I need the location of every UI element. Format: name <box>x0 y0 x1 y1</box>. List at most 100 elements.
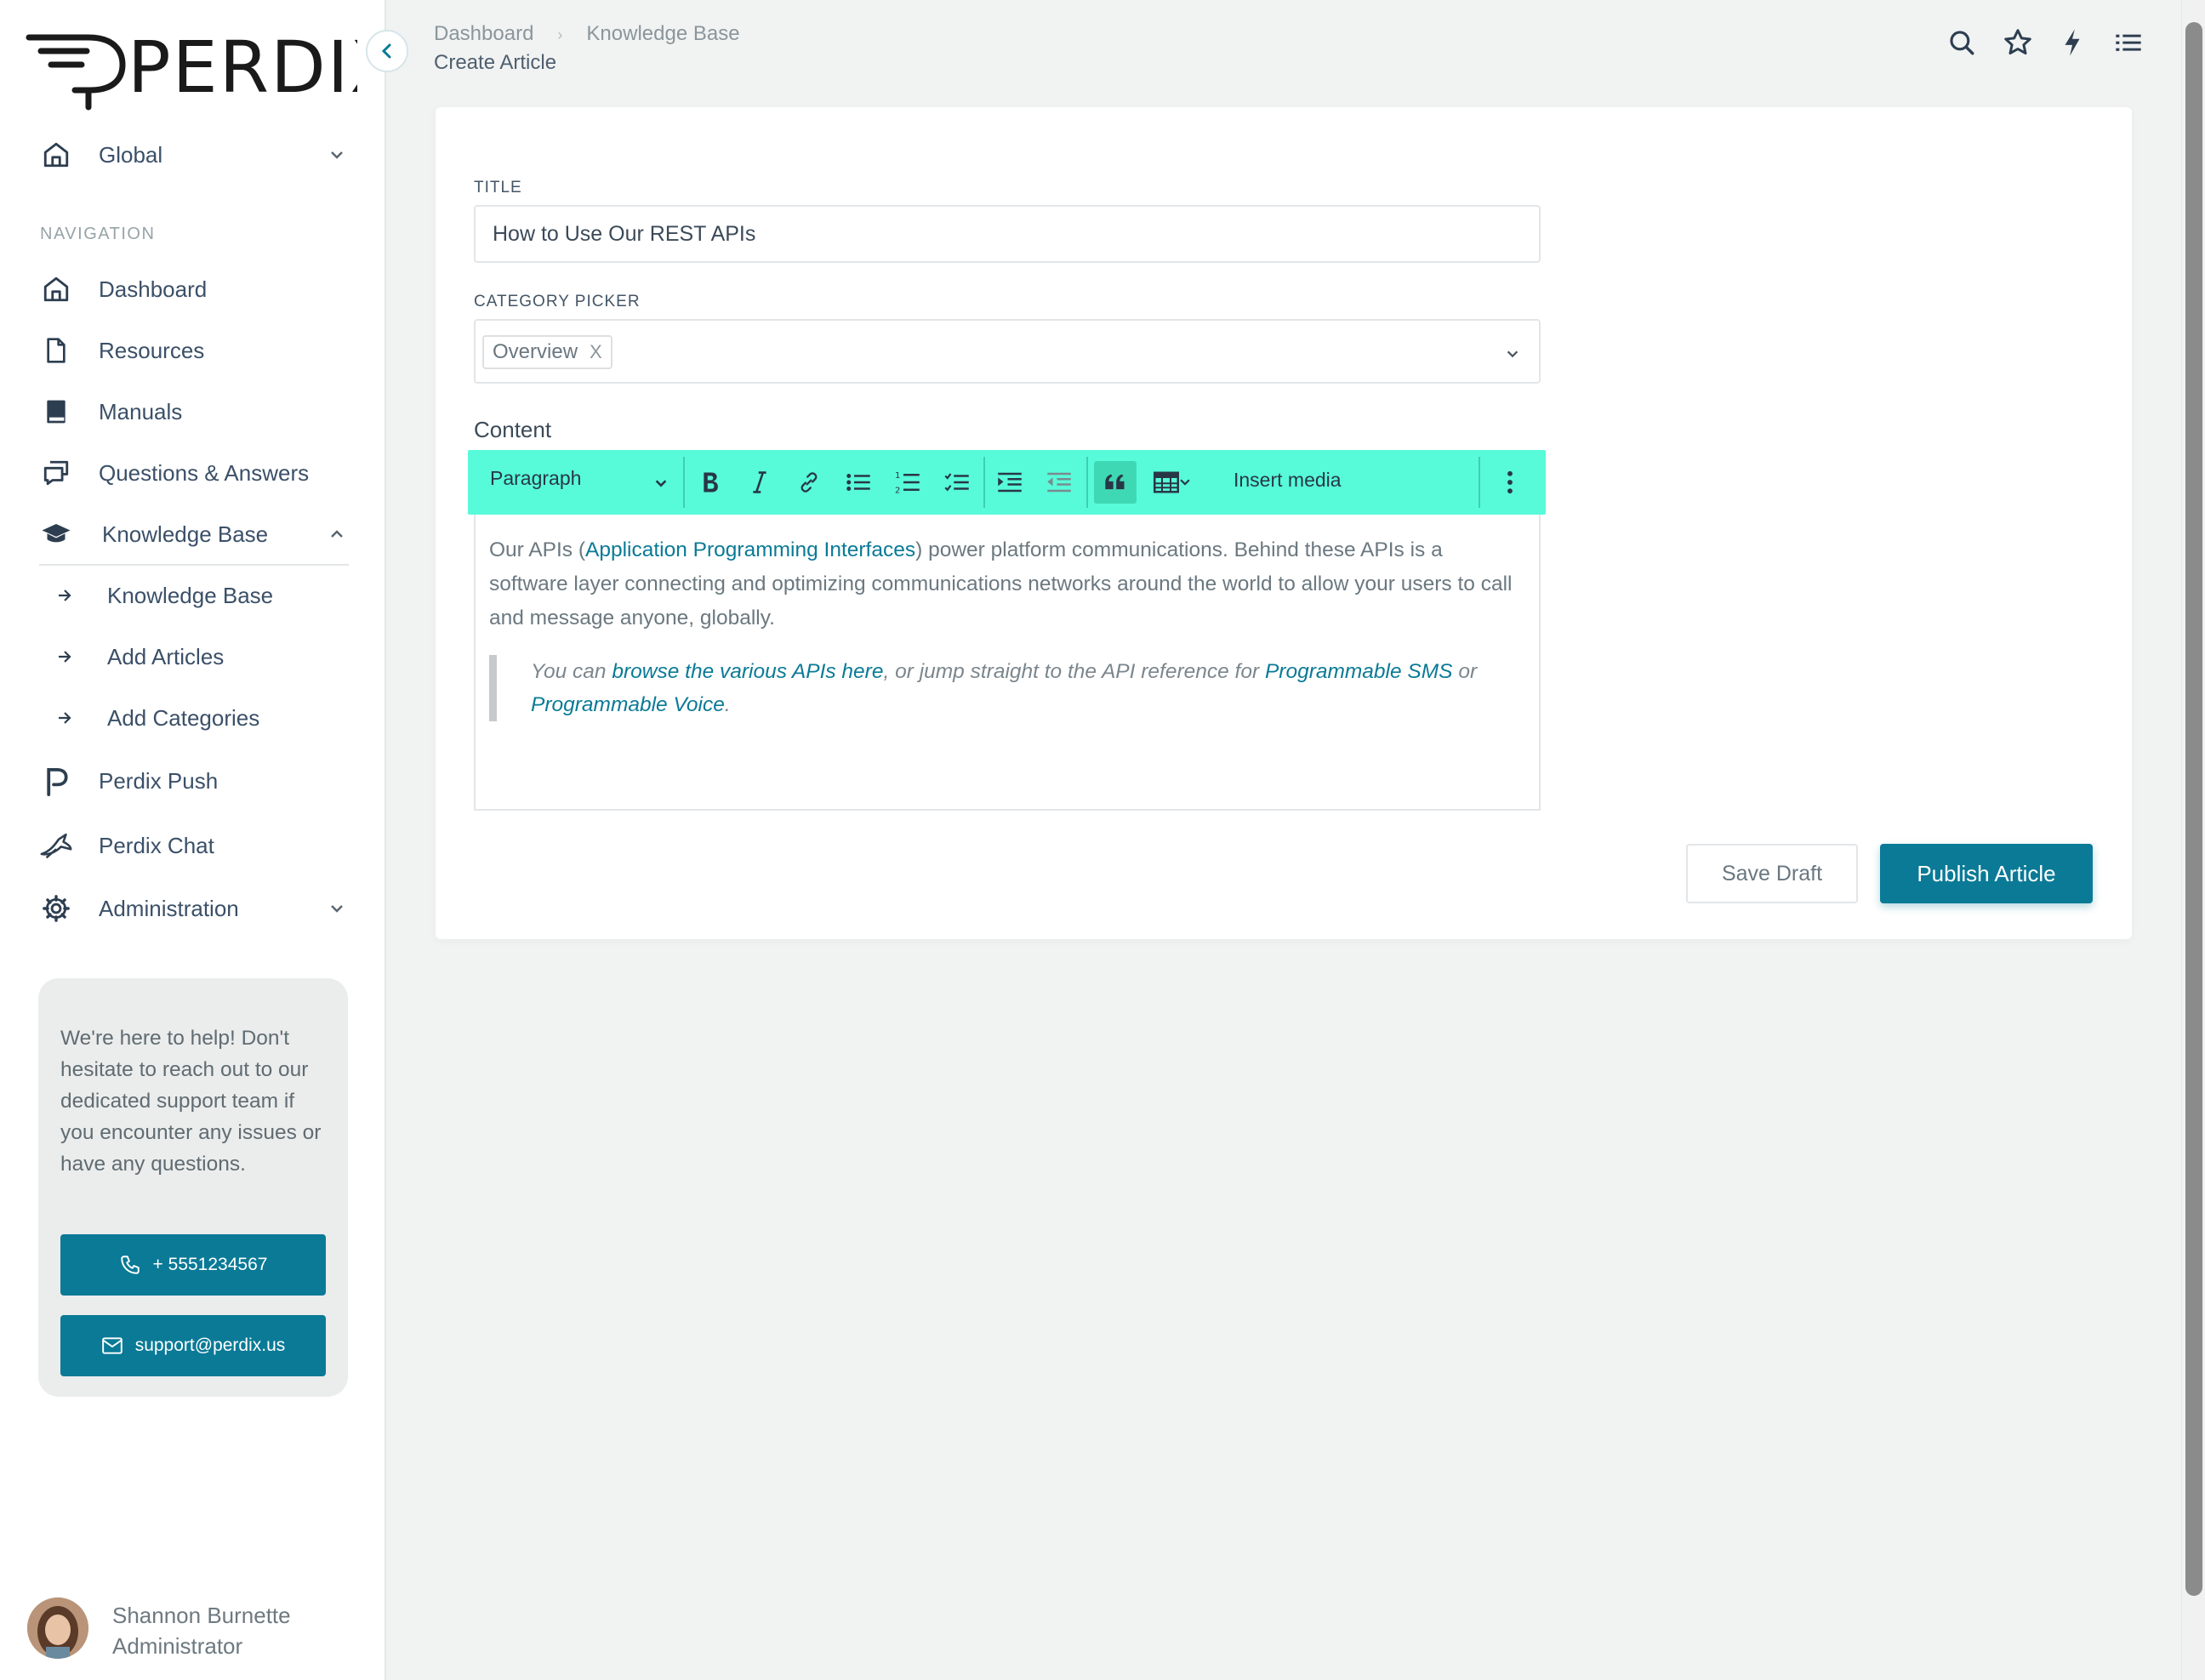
remove-tag-button[interactable]: X <box>590 341 602 363</box>
sidebar-item-dashboard[interactable]: Dashboard <box>39 264 354 315</box>
chevron-down-icon[interactable] <box>1505 346 1520 362</box>
category-tag-label: Overview <box>493 340 578 363</box>
sidebar-item-manuals[interactable]: Manuals <box>39 386 354 437</box>
sidebar-item-label: Questions & Answers <box>99 459 310 486</box>
indent-icon <box>997 471 1023 493</box>
email-support-button[interactable]: support@perdix.us <box>60 1315 326 1376</box>
chevron-down-icon[interactable] <box>653 476 669 491</box>
sidebar-subitem-label: Knowledge Base <box>107 582 274 608</box>
sidebar-item-knowledge-base[interactable]: Knowledge Base <box>39 509 354 560</box>
link-button[interactable] <box>788 461 830 504</box>
sidebar-subitem-knowledge-base[interactable]: Knowledge Base <box>56 572 345 619</box>
sidebar-subitem-add-articles[interactable]: Add Articles <box>56 633 345 681</box>
link-programmable-sms[interactable]: Programmable SMS <box>1265 660 1453 683</box>
sidebar-item-label: Perdix Chat <box>99 832 214 858</box>
chevron-left-icon <box>379 43 396 60</box>
rich-text-editor[interactable]: Our APIs (Application Programming Interf… <box>474 515 1541 811</box>
quote-icon <box>1103 473 1127 492</box>
sidebar-subitem-label: Add Articles <box>107 643 225 669</box>
scrollbar[interactable] <box>2181 0 2205 1680</box>
sidebar-subitem-add-categories[interactable]: Add Categories <box>56 694 345 742</box>
gear-icon <box>39 891 73 925</box>
bulleted-list-button[interactable] <box>837 461 880 504</box>
text-run: Our APIs ( <box>489 538 586 561</box>
toolbar-separator <box>683 457 685 508</box>
scrollbar-thumb[interactable] <box>2185 22 2202 1596</box>
user-profile[interactable]: Shannon Burnette Administrator <box>27 1597 368 1660</box>
category-picker-label: CATEGORY PICKER <box>474 293 641 310</box>
sidebar-item-questions-answers[interactable]: Questions & Answers <box>39 447 354 498</box>
title-input[interactable] <box>474 205 1541 263</box>
text-run: , or jump straight to the API reference … <box>883 660 1265 683</box>
sidebar-item-label: Dashboard <box>99 276 208 302</box>
avatar <box>27 1597 88 1659</box>
todo-list-icon <box>944 471 970 493</box>
toolbar-separator <box>983 457 985 508</box>
mail-icon <box>101 1336 123 1355</box>
paragraph-style-select[interactable]: Paragraph <box>490 467 581 490</box>
todo-list-button[interactable] <box>936 461 978 504</box>
link-application-programming-interfaces[interactable]: Application Programming Interfaces <box>585 538 915 561</box>
chevron-up-icon <box>328 526 345 543</box>
svg-text:2: 2 <box>895 487 900 495</box>
star-icon[interactable] <box>2001 26 2035 60</box>
user-name: Shannon Burnette <box>112 1603 291 1628</box>
call-support-button[interactable]: + 5551234567 <box>60 1234 326 1296</box>
chat-bubbles-icon <box>39 456 73 490</box>
breadcrumb-dashboard[interactable]: Dashboard <box>434 22 533 45</box>
support-email: support@perdix.us <box>134 1335 286 1355</box>
vertical-dots-icon <box>1506 470 1514 494</box>
divider <box>39 564 349 566</box>
insert-media-button[interactable]: Insert media <box>1234 469 1342 492</box>
category-picker[interactable]: Overview X <box>474 319 1541 384</box>
bold-icon <box>699 470 721 494</box>
link-browse-apis[interactable]: browse the various APIs here <box>612 660 883 683</box>
more-options-button[interactable] <box>1489 461 1531 504</box>
publish-article-button[interactable]: Publish Article <box>1880 844 2093 903</box>
list-icon[interactable] <box>2111 26 2145 60</box>
collapse-sidebar-button[interactable] <box>366 30 408 72</box>
arrow-right-icon <box>56 587 73 604</box>
italic-icon <box>750 470 769 494</box>
search-icon[interactable] <box>1945 26 1979 60</box>
home-icon <box>39 138 73 172</box>
numbered-list-button[interactable]: 12 <box>886 461 929 504</box>
block-quote-button[interactable] <box>1094 461 1137 504</box>
outdent-button[interactable] <box>1038 461 1080 504</box>
link-icon <box>797 470 821 494</box>
sidebar-item-label: Knowledge Base <box>102 521 269 547</box>
insert-table-button[interactable] <box>1145 461 1199 504</box>
table-icon <box>1154 471 1179 493</box>
italic-button[interactable] <box>738 461 781 504</box>
bird-icon <box>39 829 73 863</box>
link-programmable-voice[interactable]: Programmable Voice <box>531 693 725 716</box>
sidebar-item-perdix-chat[interactable]: Perdix Chat <box>39 820 354 871</box>
sidebar-item-label: Manuals <box>99 398 183 424</box>
bold-button[interactable] <box>689 461 732 504</box>
sidebar-item-perdix-push[interactable]: Perdix Push <box>39 755 354 806</box>
workspace-label: Global <box>99 141 163 168</box>
user-role: Administrator <box>112 1633 243 1659</box>
category-tag: Overview X <box>482 335 612 369</box>
toolbar-separator <box>1086 457 1088 508</box>
perdix-push-icon <box>39 764 73 798</box>
bulleted-list-icon <box>846 471 871 493</box>
indent-button[interactable] <box>989 461 1031 504</box>
breadcrumb-knowledge-base[interactable]: Knowledge Base <box>586 22 739 45</box>
toolbar-separator <box>1479 457 1480 508</box>
sidebar-subitem-label: Add Categories <box>107 704 260 731</box>
chevron-down-icon <box>328 146 345 163</box>
sidebar-item-resources[interactable]: Resources <box>39 325 354 376</box>
bolt-icon[interactable] <box>2055 26 2089 60</box>
file-icon <box>39 333 73 367</box>
chevron-down-icon <box>328 900 345 917</box>
sidebar-item-administration[interactable]: Administration <box>39 883 354 934</box>
save-draft-button[interactable]: Save Draft <box>1686 844 1858 903</box>
support-phone: + 5551234567 <box>152 1255 268 1274</box>
nav-heading: NAVIGATION <box>40 225 156 243</box>
perdix-logo[interactable]: PERDIX <box>26 22 357 116</box>
numbered-list-icon: 12 <box>895 470 920 494</box>
breadcrumb: Dashboard › Knowledge Base <box>434 22 740 46</box>
sidebar-item-label: Resources <box>99 337 205 363</box>
workspace-selector[interactable]: Global <box>39 129 354 180</box>
